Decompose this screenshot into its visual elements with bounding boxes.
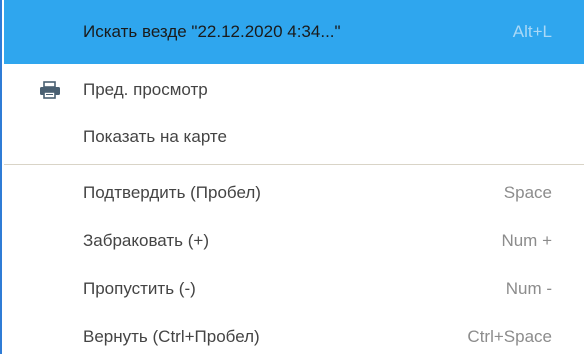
menu-item-preview[interactable]: Пред. просмотр xyxy=(4,68,584,112)
context-menu: Искать везде "22.12.2020 4:34..." Alt+L … xyxy=(0,0,584,354)
menu-item-shortcut: Ctrl+Space xyxy=(467,327,552,346)
menu-item-label: Пропустить (-) xyxy=(83,279,196,298)
menu-item-label: Пред. просмотр xyxy=(83,80,208,99)
menu-item-label: Подтвердить (Пробел) xyxy=(83,183,261,202)
menu-item-confirm[interactable]: Подтвердить (Пробел) Space xyxy=(4,170,584,216)
menu-item-shortcut: Alt+L xyxy=(512,22,552,41)
menu-separator xyxy=(4,164,584,165)
menu-item-label: Вернуть (Ctrl+Пробел) xyxy=(83,327,260,346)
menu-item-skip[interactable]: Пропустить (-) Num - xyxy=(4,266,584,312)
menu-item-reject[interactable]: Забраковать (+) Num + xyxy=(4,218,584,264)
menu-item-shortcut: Space xyxy=(503,183,552,202)
menu-item-label: Показать на карте xyxy=(83,127,227,146)
menu-item-label: Забраковать (+) xyxy=(83,231,209,250)
menu-item-search-everywhere[interactable]: Искать везде "22.12.2020 4:34..." Alt+L xyxy=(4,0,584,64)
menu-item-shortcut: Num + xyxy=(501,231,552,250)
menu-item-shortcut: Num - xyxy=(505,279,552,298)
menu-item-return[interactable]: Вернуть (Ctrl+Пробел) Ctrl+Space xyxy=(4,314,584,354)
menu-item-label: Искать везде "22.12.2020 4:34..." xyxy=(83,22,341,41)
printer-icon xyxy=(39,81,61,99)
menu-item-show-on-map[interactable]: Показать на карте xyxy=(4,114,584,160)
